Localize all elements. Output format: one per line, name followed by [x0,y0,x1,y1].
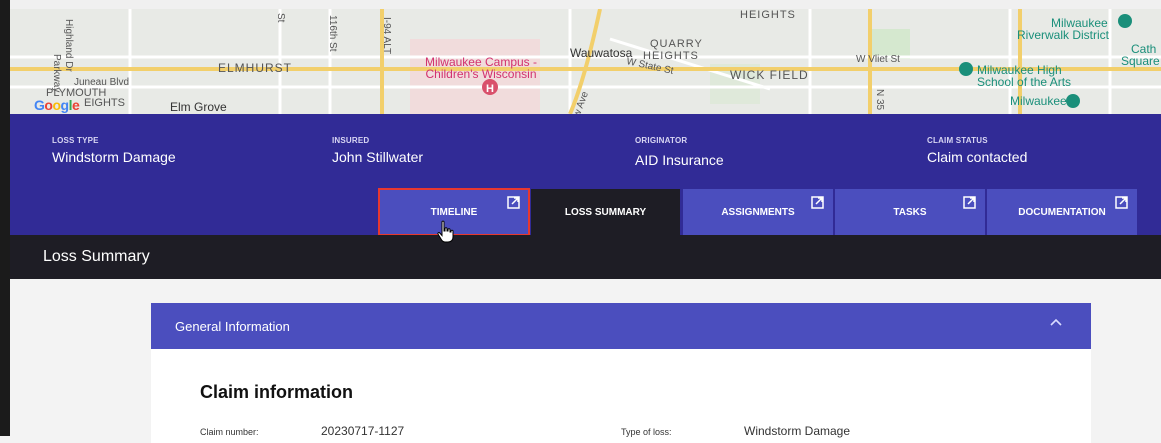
map-label-square: Square [1121,54,1160,68]
svg-text:H: H [486,83,494,95]
general-information-title: General Information [175,319,290,334]
section-title: Loss Summary [43,248,150,265]
map-label-heights-top: HEIGHTS [740,9,796,21]
originator-label: ORIGINATOR [635,136,688,145]
google-logo-letter: e [71,97,80,113]
tab-tasks[interactable]: TASKS [835,189,985,235]
open-external-icon[interactable] [963,196,976,209]
map-label-riverwalk-district: Riverwalk District [1017,28,1110,42]
map-label-wauwatosa: Wauwatosa [570,46,633,60]
map-label-wick-field: WICK FIELD [730,68,809,82]
claim-status-field: CLAIM STATUS Claim contacted [927,136,1027,165]
map-label-school-line2: School of the Arts [977,75,1072,89]
map-label-campus-line2: Children's Wisconsin [425,67,537,81]
google-logo-letters: Google [34,97,80,113]
map-label-eights: EIGHTS [84,97,125,109]
main-content: General Information Claim information Cl… [10,279,1161,443]
tab-loss-summary-label: LOSS SUMMARY [564,206,647,218]
claim-information-title: Claim information [200,382,354,402]
map-label-116th: 116th St [327,15,338,52]
map-label-i94: I-94 ALT [381,17,392,55]
window-top-strip [0,0,1161,9]
google-logo-letter: g [60,97,70,113]
window-left-edge [0,0,10,436]
originator-value: AID Insurance [635,152,724,168]
open-external-icon[interactable] [811,196,824,209]
map-label-quarry: QUARRY [650,38,703,50]
section-header: Loss Summary [10,235,1161,279]
tab-documentation-label: DOCUMENTATION [1018,206,1106,218]
claim-location-map[interactable]: H Highland Dr Parkway Juneau Blvd PLYMOU… [10,9,1161,114]
map-label-highland: Highland Dr [63,19,74,72]
map-label-school: Milwaukee High School of the Arts [977,64,1071,88]
google-logo-letter: G [34,97,45,113]
chevron-up-icon[interactable] [1049,317,1063,327]
tab-assignments[interactable]: ASSIGNMENTS [683,189,833,235]
tab-tasks-label: TASKS [893,206,927,218]
open-external-icon[interactable] [1115,196,1128,209]
general-information-header[interactable]: General Information [151,303,1091,349]
map-label-elmhurst: ELMHURST [218,61,293,75]
map-label-elm-grove: Elm Grove [170,100,227,114]
claim-status-value: Claim contacted [927,149,1028,165]
insured-field: INSURED John Stillwater [332,136,423,165]
claim-info-band: LOSS TYPE Windstorm Damage INSURED John … [10,114,1161,190]
open-external-icon[interactable] [507,196,520,209]
claim-status-label: CLAIM STATUS [927,136,988,145]
loss-type-field: LOSS TYPE Windstorm Damage [52,136,176,165]
map-label-st: St [275,13,286,23]
google-logo-letter: o [52,97,61,113]
loss-type-value: Windstorm Damage [52,149,176,165]
tab-loss-summary[interactable]: LOSS SUMMARY [531,189,680,235]
map-label-vliet: W Vliet St [856,54,900,65]
originator-field: ORIGINATOR AID Insurance [635,136,724,168]
general-information-card: General Information Claim information Cl… [151,303,1091,443]
map-label-heights-mid: HEIGHTS [643,50,699,62]
insured-label: INSURED [332,136,370,145]
tab-documentation[interactable]: DOCUMENTATION [987,189,1137,235]
insured-value: John Stillwater [332,149,424,165]
map-label-n35: N 35 [874,89,885,111]
google-logo: Google [34,97,80,113]
tab-assignments-label: ASSIGNMENTS [721,206,795,218]
tab-timeline-label: TIMELINE [430,206,478,218]
loss-type-label: LOSS TYPE [52,136,99,145]
hand-cursor-icon [437,220,454,243]
claim-tabs: TIMELINE LOSS SUMMARY ASSIGNMENTS TASKS … [10,188,1161,236]
map-label-milwaukee-campus: Milwaukee Campus - Children's Wisconsin [416,56,546,80]
map-label-milwaukee-bottom: Milwaukee [1010,94,1067,108]
